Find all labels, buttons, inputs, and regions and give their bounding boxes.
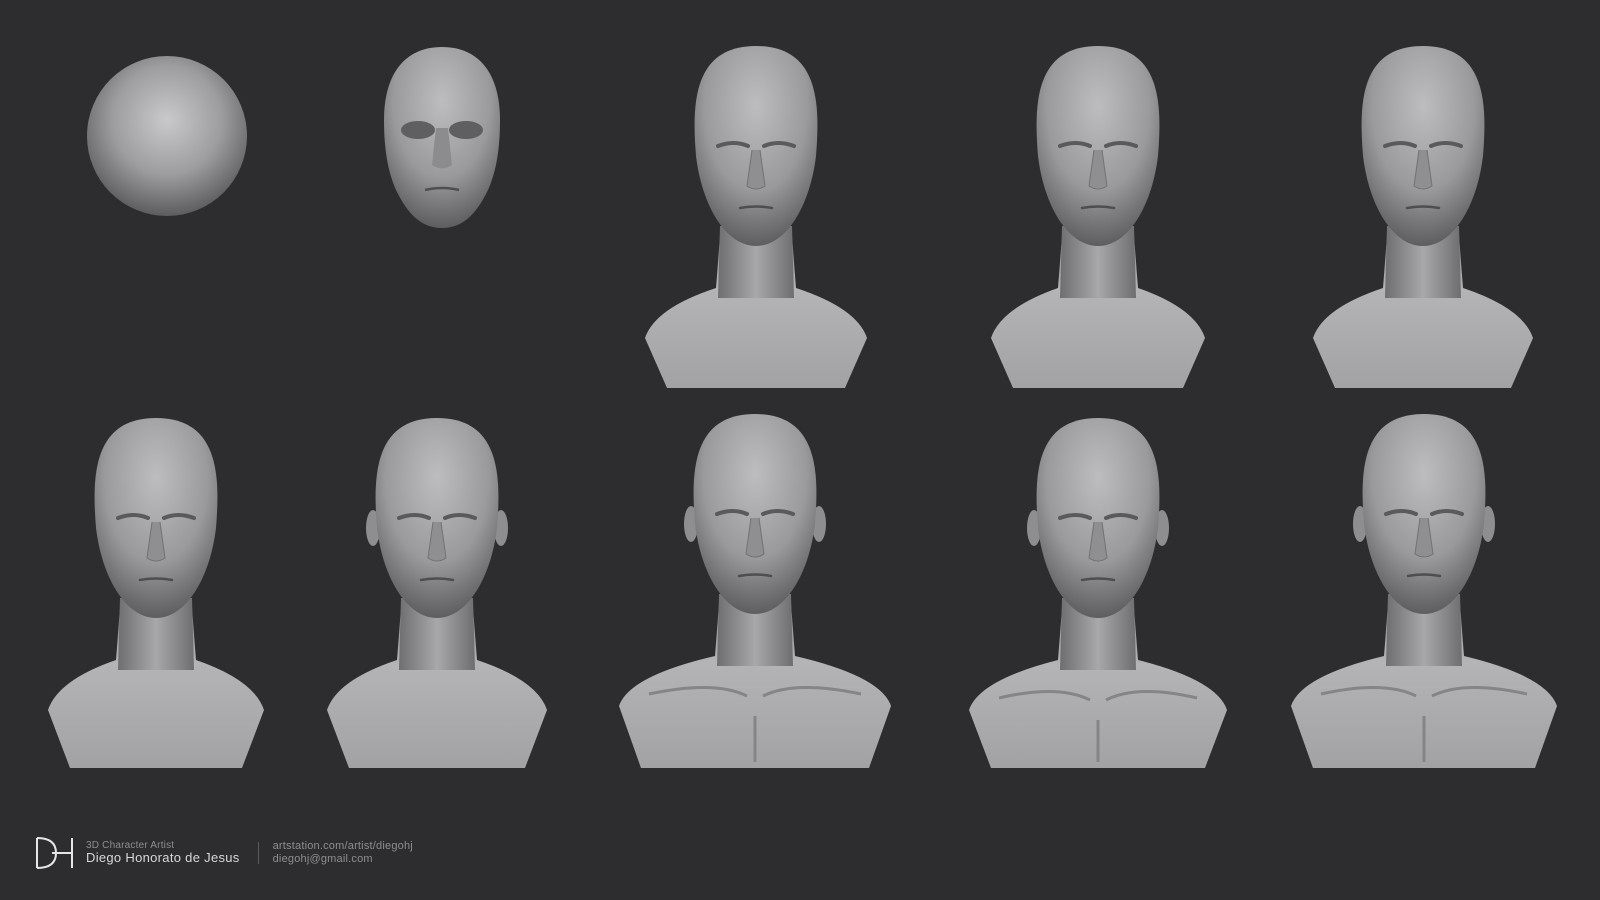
- dh-monogram-logo: [36, 837, 73, 869]
- head: [694, 46, 818, 246]
- head: [375, 418, 499, 618]
- stage-bust-blockout-1: [645, 46, 867, 388]
- stage-sphere: [87, 56, 247, 216]
- stage-bust-refine-1: [48, 418, 264, 768]
- stage-bust-refine-3-clavicles: [619, 414, 891, 768]
- contact-block: artstation.com/artist/diegohj diegohj@gm…: [273, 840, 413, 866]
- footer-divider: [257, 842, 259, 864]
- head: [1036, 46, 1160, 246]
- stage-bust-final: [1291, 414, 1557, 768]
- stage-bust-blockout-3: [1313, 46, 1533, 388]
- signature-footer: 3D Character Artist Diego Honorato de Je…: [34, 834, 413, 872]
- sculpt-progression: [48, 46, 1557, 768]
- head: [1362, 414, 1486, 614]
- artist-name: Diego Honorato de Jesus: [86, 850, 240, 866]
- head: [1361, 46, 1485, 246]
- bust-stages: [48, 46, 1557, 768]
- stage-bust-refine-2-ears: [327, 418, 547, 768]
- stage-face-mask: [384, 47, 500, 228]
- stage-bust-refine-4-chest: [969, 418, 1227, 768]
- head: [1036, 418, 1160, 618]
- website-link[interactable]: artstation.com/artist/diegohj: [273, 840, 413, 853]
- artist-block: 3D Character Artist Diego Honorato de Je…: [86, 840, 240, 866]
- head: [693, 414, 817, 614]
- artwork-canvas: 3D Character Artist Diego Honorato de Je…: [0, 0, 1600, 900]
- stage-bust-blockout-2: [991, 46, 1205, 388]
- email-link[interactable]: diegohj@gmail.com: [273, 853, 413, 866]
- head: [94, 418, 218, 618]
